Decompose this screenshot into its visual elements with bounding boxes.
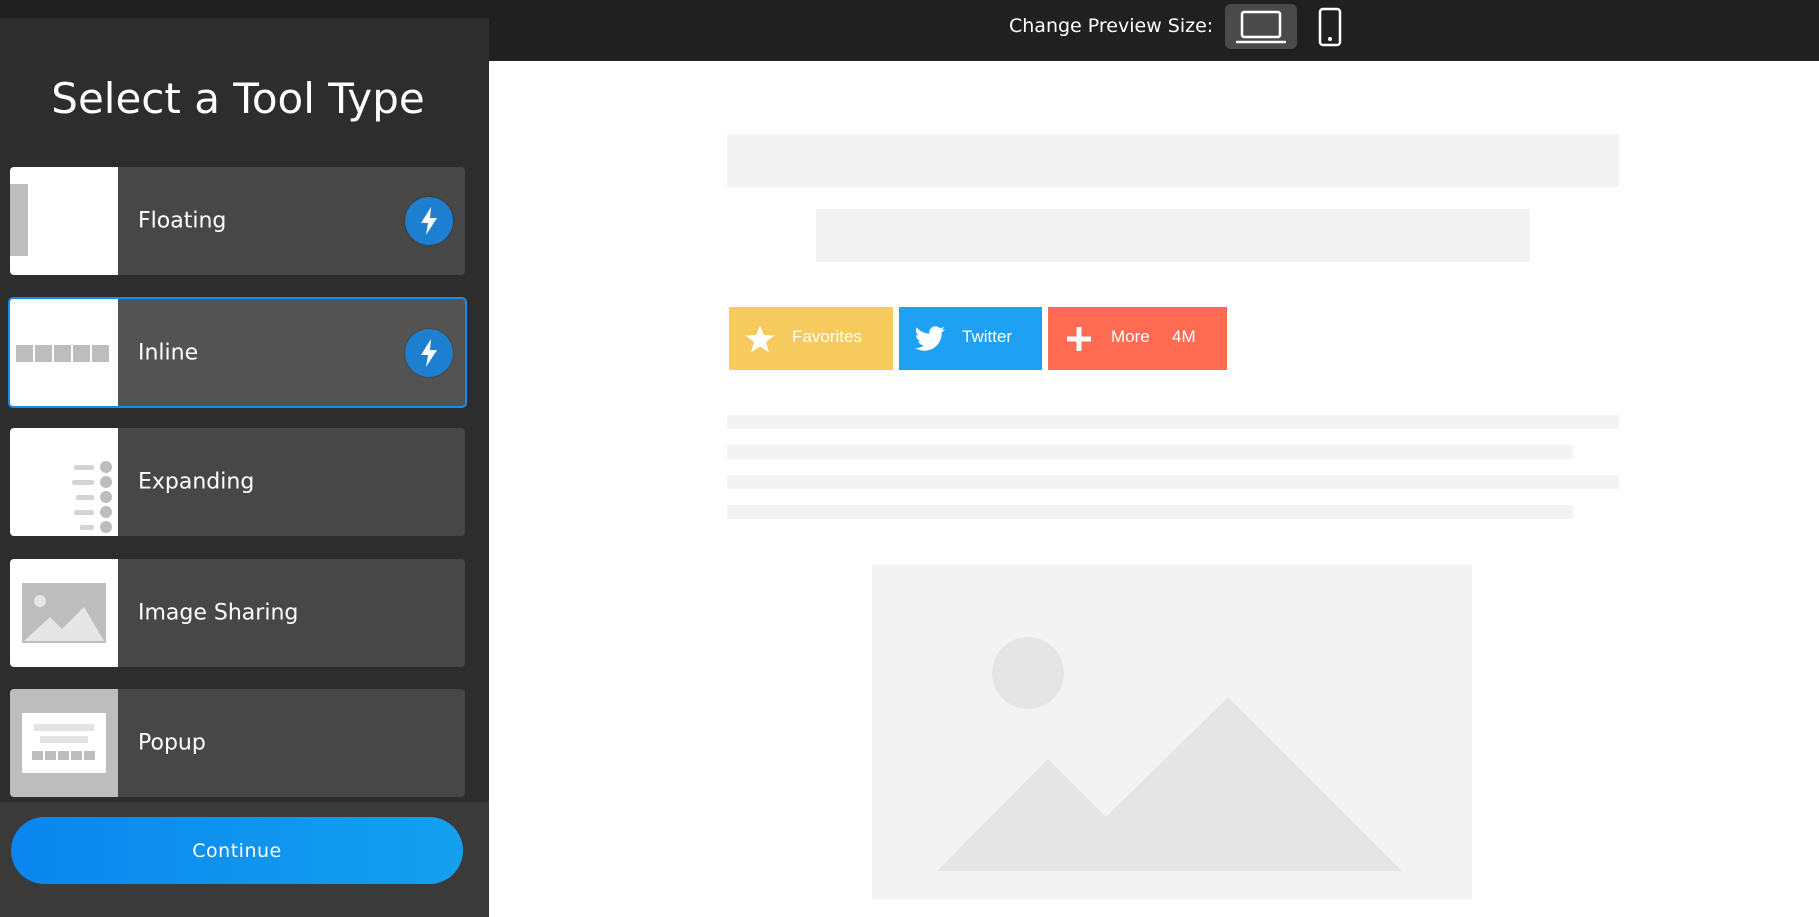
plus-icon [1067,327,1091,351]
bolt-icon [405,328,453,377]
tool-card-floating[interactable]: Floating [10,167,465,275]
continue-button[interactable]: Continue [11,817,463,884]
twitter-label: Twitter [962,327,1013,346]
desktop-preview-button[interactable] [1225,4,1297,49]
mobile-preview-button[interactable] [1306,4,1354,49]
tool-label: Popup [138,730,206,756]
favorites-label: Favorites [792,327,862,346]
tool-card-expanding[interactable]: Expanding [10,428,465,536]
more-label: More [1111,327,1150,346]
image-sharing-thumbnail [10,559,118,667]
placeholder-text-line [727,505,1573,519]
tool-card-inline[interactable]: Inline [8,297,467,408]
tool-type-sidebar: Select a Tool Type Floating Inline Expan… [0,18,489,917]
placeholder-text-line [727,445,1573,459]
inline-thumbnail [10,299,118,406]
tool-list: Floating Inline Expanding Image Sharing … [0,18,489,802]
tool-label: Image Sharing [138,600,299,626]
twitter-bird-icon [914,326,945,351]
placeholder-text-line [727,475,1619,489]
tool-label: Inline [138,340,199,365]
tool-label: Floating [138,208,227,234]
popup-thumbnail [10,689,118,797]
preview-size-label: Change Preview Size: [1009,15,1214,37]
share-count: 4M [1172,327,1196,346]
twitter-share-button[interactable]: Twitter [899,307,1042,370]
tool-label: Expanding [138,469,255,495]
favorites-share-button[interactable]: Favorites [729,307,893,370]
placeholder-subtitle [816,209,1530,262]
expanding-thumbnail [10,428,118,536]
phone-icon [1318,7,1342,46]
image-placeholder-icon [937,637,1402,871]
laptop-icon [1236,10,1286,43]
bolt-icon [405,197,453,245]
placeholder-title [727,134,1619,187]
tool-card-image-sharing[interactable]: Image Sharing [10,559,465,667]
tool-card-popup[interactable]: Popup [10,689,465,797]
star-icon [745,325,775,353]
more-share-button[interactable]: More 4M [1048,307,1227,370]
placeholder-text-line [727,415,1619,429]
placeholder-image [872,565,1472,899]
floating-thumbnail [10,167,118,275]
